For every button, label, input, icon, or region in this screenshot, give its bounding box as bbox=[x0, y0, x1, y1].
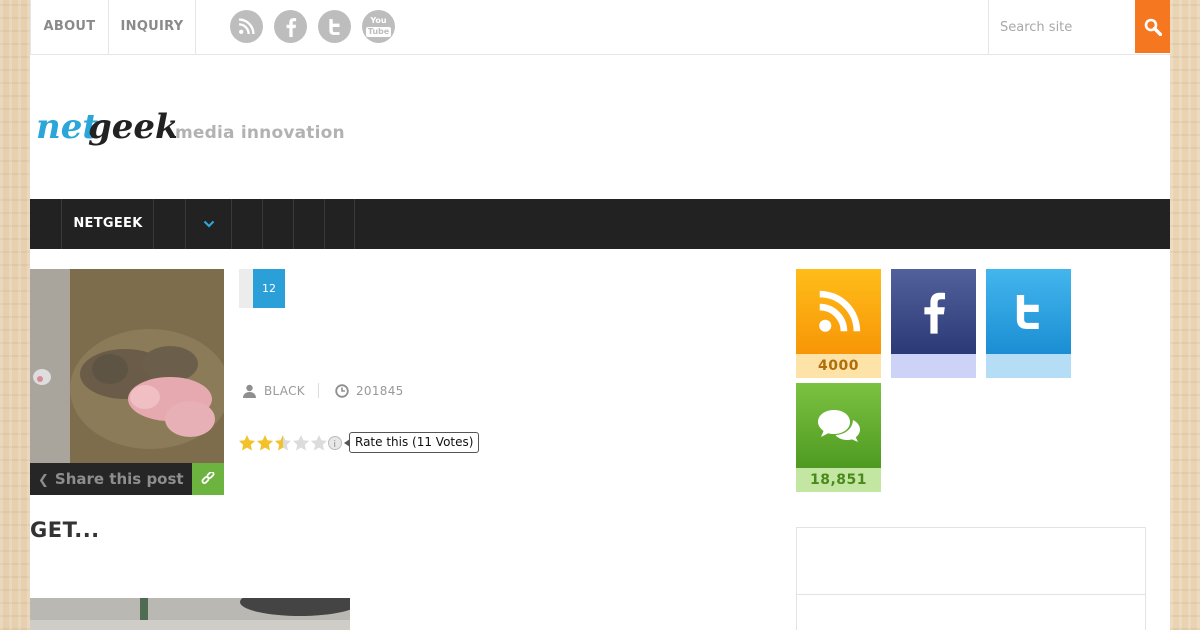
nav-dropdown-toggle[interactable] bbox=[185, 199, 231, 249]
main-nav: NETGEEK bbox=[30, 199, 1170, 249]
rss-count: 4000 bbox=[796, 354, 881, 378]
nav-item-empty[interactable] bbox=[231, 199, 262, 249]
search-input[interactable] bbox=[989, 0, 1135, 54]
facebook-count bbox=[891, 354, 976, 378]
star-rating[interactable]: i bbox=[238, 433, 348, 453]
inquiry-link[interactable]: INQUIRY bbox=[109, 0, 196, 54]
author-name: BLACK bbox=[264, 384, 305, 398]
facebook-tile[interactable] bbox=[891, 269, 976, 354]
share-icon: ❮ bbox=[38, 473, 49, 488]
post-title[interactable]: GET... bbox=[30, 518, 100, 542]
nav-item-netgeek[interactable]: NETGEEK bbox=[61, 199, 154, 249]
nav-item-empty[interactable] bbox=[293, 199, 324, 249]
nav-item-empty[interactable] bbox=[153, 199, 185, 249]
rating-stars: i bbox=[238, 435, 342, 451]
widget-divider bbox=[797, 594, 1145, 595]
star-icon[interactable] bbox=[310, 435, 328, 451]
comments-icon bbox=[817, 409, 860, 442]
category-tab[interactable] bbox=[239, 269, 253, 308]
chevron-down-icon bbox=[203, 220, 214, 228]
svg-text:i: i bbox=[334, 440, 337, 450]
post-thumbnail[interactable] bbox=[30, 269, 224, 463]
user-icon bbox=[243, 384, 256, 398]
rss-icon[interactable] bbox=[230, 10, 263, 43]
twitter-icon bbox=[1016, 294, 1039, 329]
comments-tile[interactable] bbox=[796, 383, 881, 468]
facebook-icon bbox=[923, 292, 945, 334]
comments-count: 18,851 bbox=[796, 468, 881, 492]
post-author[interactable]: BLACK bbox=[242, 382, 305, 400]
page: ABOUT INQUIRY You Tube net geek media in… bbox=[30, 0, 1170, 630]
rss-icon bbox=[818, 290, 860, 332]
view-count: 201845 bbox=[356, 384, 404, 398]
post-views: 201845 bbox=[335, 382, 404, 400]
about-link[interactable]: ABOUT bbox=[30, 0, 109, 54]
comment-count-badge[interactable]: 12 bbox=[253, 269, 285, 308]
sidebar-widget bbox=[796, 527, 1146, 630]
nav-item-empty[interactable] bbox=[324, 199, 355, 249]
top-bar: ABOUT INQUIRY You Tube bbox=[30, 0, 1170, 55]
share-label: Share this post bbox=[54, 470, 184, 488]
search-button[interactable] bbox=[1135, 0, 1170, 53]
logo-geek: geek bbox=[88, 107, 176, 147]
twitter-icon[interactable] bbox=[318, 10, 351, 43]
youtube-icon-text: You bbox=[370, 15, 387, 25]
twitter-tile[interactable] bbox=[986, 269, 1071, 354]
search-icon bbox=[1144, 18, 1162, 36]
youtube-icon[interactable]: You Tube bbox=[362, 10, 395, 43]
facebook-icon[interactable] bbox=[274, 10, 307, 43]
star-icon[interactable] bbox=[238, 435, 256, 451]
star-icon[interactable] bbox=[292, 435, 310, 451]
youtube-icon-tube: Tube bbox=[365, 26, 392, 37]
post-image[interactable] bbox=[30, 598, 350, 630]
meta-divider bbox=[318, 383, 319, 398]
site-logo[interactable]: net geek bbox=[36, 96, 179, 156]
nav-item-empty[interactable] bbox=[262, 199, 293, 249]
permalink-button[interactable] bbox=[192, 463, 224, 495]
star-icon[interactable] bbox=[274, 435, 292, 451]
share-button[interactable]: ❮ Share this post bbox=[30, 463, 192, 495]
star-icon[interactable] bbox=[256, 435, 274, 451]
rating-tooltip: Rate this (11 Votes) bbox=[343, 432, 480, 453]
search-box bbox=[988, 0, 1135, 54]
rss-subscribe-tile[interactable] bbox=[796, 269, 881, 354]
clock-icon bbox=[335, 384, 349, 398]
twitter-count bbox=[986, 354, 1071, 378]
site-tagline: media innovation bbox=[175, 123, 345, 143]
link-icon bbox=[201, 472, 215, 484]
